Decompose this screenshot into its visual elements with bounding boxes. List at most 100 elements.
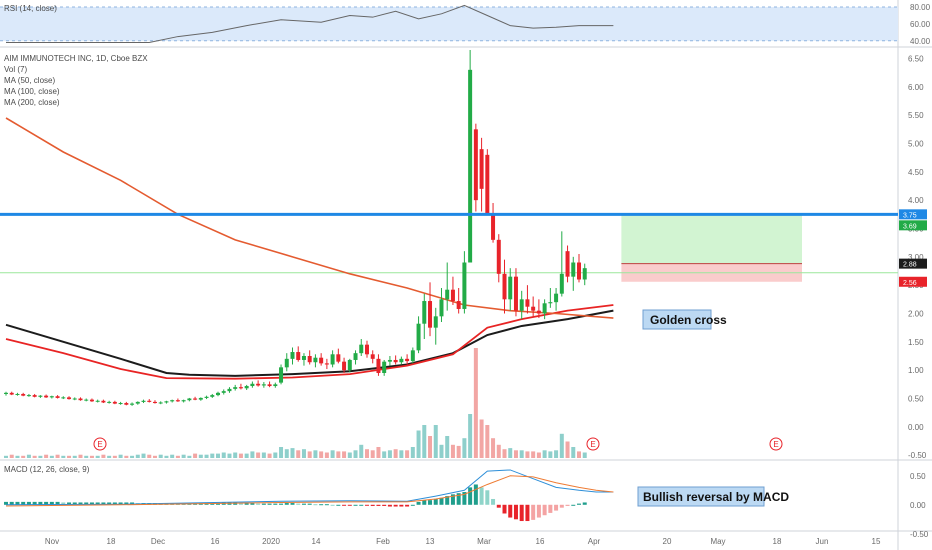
candle-body	[32, 395, 37, 397]
volume-bar	[15, 455, 20, 458]
candle-body	[175, 400, 180, 402]
volume-bar	[290, 448, 295, 458]
volume-bar	[181, 454, 186, 458]
price-tick-label: 1.50	[908, 338, 924, 347]
candle-body	[95, 400, 100, 402]
candle-body	[72, 398, 77, 400]
candle-body	[496, 239, 501, 274]
candle-body	[284, 358, 289, 368]
price-tick-label: 2.00	[908, 310, 924, 319]
volume-bar	[170, 454, 175, 458]
macd-hist-bar	[542, 504, 547, 516]
candle-body	[238, 387, 243, 389]
candle-body	[531, 306, 536, 311]
price-tick-label: 4.50	[908, 168, 924, 177]
volume-bar	[456, 445, 461, 458]
price-tick-label: 0.00	[908, 423, 924, 432]
volume-bar	[67, 455, 72, 458]
macd-hist-bar	[531, 504, 536, 520]
time-tick-label: 15	[872, 537, 881, 546]
price-tick-label: 4.00	[908, 196, 924, 205]
macd-hist-bar	[319, 504, 324, 506]
volume-bar	[164, 455, 169, 458]
macd-hist-bar	[410, 504, 415, 506]
volume-bar	[244, 453, 249, 458]
candle-body	[4, 392, 8, 394]
time-tick-label: 16	[536, 537, 545, 546]
volume-bar	[78, 454, 83, 458]
macd-hist-bar	[491, 498, 496, 505]
candle-body	[267, 384, 272, 387]
candle-body	[49, 396, 54, 398]
volume-bar	[450, 444, 455, 458]
macd-hist-bar	[387, 504, 392, 507]
volume-bar	[130, 455, 135, 458]
volume-bar	[152, 455, 157, 458]
candle-body	[473, 129, 478, 201]
candles	[4, 50, 587, 406]
volume-bar	[433, 425, 438, 458]
volume-bar	[347, 452, 352, 458]
volume-bar	[198, 454, 203, 458]
candle-body	[548, 302, 553, 304]
macd-hist-bar	[433, 498, 438, 505]
macd-reversal-annotation[interactable]: Bullish reversal by MACD	[637, 486, 789, 507]
volume-bar	[55, 454, 60, 458]
volume-bar	[4, 455, 8, 458]
volume-bar	[542, 450, 547, 458]
candle-body	[491, 214, 496, 240]
price-label-green: 3.69	[903, 223, 917, 230]
candle-body	[164, 401, 169, 403]
volume-bar	[473, 348, 478, 458]
candle-body	[450, 289, 455, 302]
legend-vol: Vol (7)	[4, 65, 27, 74]
candle-body	[124, 403, 129, 405]
volume-bar	[124, 455, 129, 458]
candle-body	[233, 387, 238, 389]
candle-body	[244, 386, 249, 389]
volume-bar	[187, 455, 192, 458]
earnings-marker-3[interactable]: E	[769, 437, 783, 451]
volume-bar	[135, 454, 140, 458]
candle-body	[216, 392, 221, 396]
candle-body	[307, 356, 312, 363]
macd-label: MACD (12, 26, close, 9)	[4, 465, 90, 474]
macd-hist-bar	[571, 504, 576, 506]
earnings-marker-1[interactable]: E	[93, 437, 107, 451]
time-tick-label: 20	[663, 537, 672, 546]
candle-body	[21, 393, 26, 396]
rsi-axis: 80.00 60.00 40.00	[910, 3, 931, 46]
candle-body	[261, 384, 266, 386]
candle-body	[399, 358, 404, 363]
macd-line	[5, 469, 614, 506]
candle-body	[559, 273, 564, 294]
price-tick-label: 0.50	[908, 395, 924, 404]
candle-body	[433, 316, 438, 328]
macd-hist-bar	[370, 504, 375, 506]
time-tick-label: Dec	[151, 537, 165, 546]
candle-body	[256, 383, 261, 386]
golden-cross-annotation[interactable]: Golden cross	[642, 309, 727, 330]
volume-bar	[210, 453, 215, 458]
volume-bar	[513, 450, 518, 458]
candle-body	[342, 361, 347, 371]
price-tick-label: -0.50	[908, 451, 927, 460]
candle-body	[130, 403, 135, 405]
volume-bar	[238, 453, 243, 458]
volume-bar	[319, 451, 324, 458]
candle-body	[118, 403, 123, 405]
volume-bar	[112, 455, 117, 458]
volume-bar	[233, 452, 238, 458]
candle-body	[565, 251, 570, 277]
volume-bar	[49, 455, 54, 458]
volume-bar	[216, 453, 221, 458]
macd-hist-bar	[473, 484, 478, 505]
volume-bar	[301, 449, 306, 458]
earnings-marker-2[interactable]: E	[586, 437, 600, 451]
price-pane: AIM IMMUNOTECH INC, 1D, Cboe BZX Vol (7)…	[0, 50, 927, 460]
time-tick-label: Mar	[477, 537, 491, 546]
candle-body	[112, 401, 117, 404]
rsi-tick-label: 80.00	[910, 3, 931, 12]
macd-hist-bar	[256, 503, 261, 505]
candle-body	[198, 397, 203, 400]
